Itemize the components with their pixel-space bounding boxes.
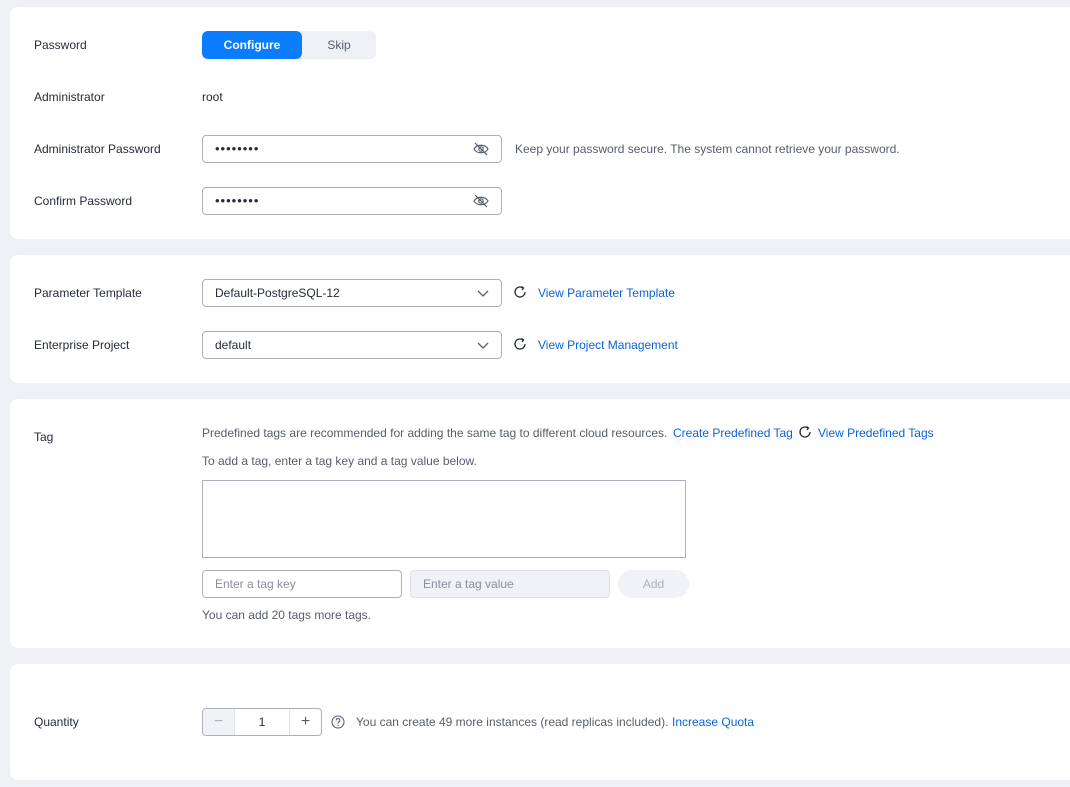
eye-off-icon[interactable] xyxy=(473,194,489,208)
password-mode-toggle: Configure Skip xyxy=(202,31,376,59)
administrator-value: root xyxy=(202,90,223,104)
eye-off-icon[interactable] xyxy=(473,142,489,156)
tag-key-placeholder: Enter a tag key xyxy=(215,577,296,591)
admin-password-input[interactable]: •••••••• xyxy=(202,135,502,163)
enterprise-project-select[interactable]: default xyxy=(202,331,502,359)
tag-value-placeholder: Enter a tag value xyxy=(423,577,514,591)
quantity-value[interactable]: 1 xyxy=(235,709,289,735)
admin-password-hint: Keep your password secure. The system ca… xyxy=(515,142,900,156)
tag-remaining-text: You can add 20 tags more tags. xyxy=(202,608,372,622)
confirm-password-input[interactable]: •••••••• xyxy=(202,187,502,215)
skip-option[interactable]: Skip xyxy=(302,31,376,59)
tag-info-text: Predefined tags are recommended for addi… xyxy=(202,426,668,440)
tag-label: Tag xyxy=(34,430,54,444)
configuration-card: Parameter Template Default-PostgreSQL-12… xyxy=(10,255,1070,383)
increase-quota-link[interactable]: Increase Quota xyxy=(672,714,754,730)
add-tag-button[interactable]: Add xyxy=(618,570,689,598)
enterprise-project-value: default xyxy=(215,338,252,352)
view-parameter-template-link[interactable]: View Parameter Template xyxy=(538,285,675,301)
parameter-template-label: Parameter Template xyxy=(34,286,142,300)
tag-instruction: To add a tag, enter a tag key and a tag … xyxy=(202,454,477,468)
administrator-label: Administrator xyxy=(34,90,105,104)
view-predefined-tags-link[interactable]: View Predefined Tags xyxy=(818,425,934,441)
password-card: Password Configure Skip Administrator ro… xyxy=(10,7,1070,239)
confirm-password-label: Confirm Password xyxy=(34,194,133,208)
increment-button[interactable]: + xyxy=(289,709,321,735)
decrement-button[interactable]: − xyxy=(203,709,235,735)
quantity-hint: You can create 49 more instances (read r… xyxy=(356,715,669,729)
quantity-stepper: − 1 + xyxy=(202,708,322,736)
enterprise-project-label: Enterprise Project xyxy=(34,338,130,352)
tag-list-area xyxy=(202,480,686,558)
configure-option[interactable]: Configure xyxy=(202,31,302,59)
refresh-icon[interactable] xyxy=(512,284,528,300)
parameter-template-select[interactable]: Default-PostgreSQL-12 xyxy=(202,279,502,307)
parameter-template-value: Default-PostgreSQL-12 xyxy=(215,286,340,300)
password-label: Password xyxy=(34,38,87,52)
admin-password-label: Administrator Password xyxy=(34,142,161,156)
admin-password-value: •••••••• xyxy=(215,141,260,156)
tag-card: Tag Predefined tags are recommended for … xyxy=(10,399,1070,648)
confirm-password-value: •••••••• xyxy=(215,193,260,208)
tag-key-input[interactable]: Enter a tag key xyxy=(202,570,402,598)
quantity-label: Quantity xyxy=(34,715,79,729)
help-circle-icon[interactable] xyxy=(331,715,345,729)
quantity-card: Quantity − 1 + You can create 49 more in… xyxy=(10,664,1070,780)
chevron-down-icon xyxy=(477,290,489,297)
tag-value-input[interactable]: Enter a tag value xyxy=(410,570,610,598)
refresh-icon[interactable] xyxy=(512,336,528,352)
create-predefined-tag-link[interactable]: Create Predefined Tag xyxy=(673,425,793,441)
refresh-icon[interactable] xyxy=(797,424,813,440)
view-project-management-link[interactable]: View Project Management xyxy=(538,337,678,353)
chevron-down-icon xyxy=(477,342,489,349)
